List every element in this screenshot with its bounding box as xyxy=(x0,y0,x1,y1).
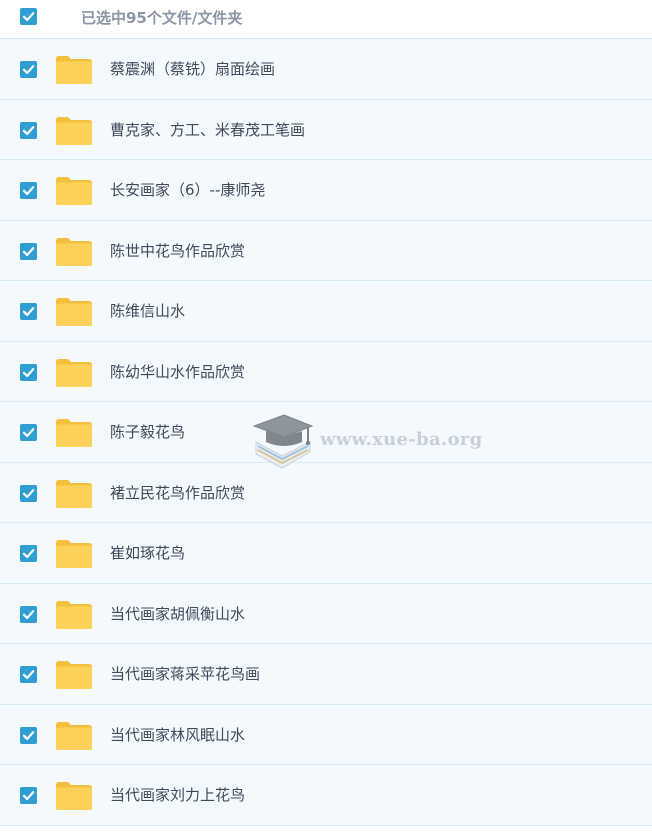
folder-name: 陈世中花鸟作品欣赏 xyxy=(110,241,246,260)
folder-icon xyxy=(55,237,93,267)
checkmark-icon xyxy=(22,670,35,680)
selection-header: 已选中95个文件/文件夹 xyxy=(0,0,652,39)
watermark: www.xue-ba.org xyxy=(252,412,482,470)
folder-icon xyxy=(55,721,93,751)
item-checkbox[interactable] xyxy=(20,363,37,381)
item-checkbox[interactable] xyxy=(20,545,37,562)
checkmark-icon xyxy=(22,186,35,196)
folder-name: 当代画家刘力上花鸟 xyxy=(110,786,246,804)
folder-icon xyxy=(55,539,93,569)
item-checkbox[interactable] xyxy=(20,605,37,623)
list-item[interactable]: 当代画家刘力上花鸟 xyxy=(0,765,652,826)
list-item[interactable]: 当代画家蒋采苹花鸟画 xyxy=(0,644,652,705)
selection-count-text: 已选中95个文件/文件夹 xyxy=(81,9,243,27)
checkmark-icon xyxy=(22,307,35,317)
folder-icon xyxy=(55,55,93,85)
folder-name: 陈维信山水 xyxy=(110,302,186,320)
folder-name: 褚立民花鸟作品欣赏 xyxy=(110,483,246,502)
list-item[interactable]: 曹克家、方工、米春茂工笔画 xyxy=(0,99,652,160)
checkmark-icon xyxy=(22,488,35,498)
folder-name: 当代画家林风眠山水 xyxy=(110,725,246,744)
list-item[interactable]: 崔如琢花鸟 xyxy=(0,523,652,584)
folder-name: 当代画家蒋采苹花鸟画 xyxy=(110,665,261,683)
checkmark-icon xyxy=(22,549,35,559)
checkmark-icon xyxy=(22,367,35,377)
folder-icon xyxy=(55,600,93,630)
item-checkbox[interactable] xyxy=(20,61,37,78)
checkmark-icon xyxy=(22,730,35,740)
folder-icon xyxy=(55,116,93,146)
folder-icon xyxy=(55,660,93,690)
folder-icon xyxy=(55,176,93,206)
list-item[interactable]: 褚立民花鸟作品欣赏 xyxy=(0,462,652,523)
item-checkbox[interactable] xyxy=(20,182,37,199)
folder-name: 当代画家胡佩衡山水 xyxy=(110,604,246,623)
folder-name: 陈子毅花鸟 xyxy=(110,423,186,441)
folder-name: 崔如琢花鸟 xyxy=(110,544,186,562)
item-checkbox[interactable] xyxy=(20,242,37,260)
file-selection-panel: 已选中95个文件/文件夹 蔡震渊（蔡铣）扇面绘画 曹克家、方工、米春茂工笔画 长… xyxy=(0,0,652,832)
checkmark-icon xyxy=(22,125,35,135)
list-item[interactable]: 当代画家胡佩衡山水 xyxy=(0,583,652,644)
folder-icon xyxy=(55,781,93,811)
folder-icon xyxy=(55,358,93,388)
item-checkbox[interactable] xyxy=(20,121,37,139)
list-item[interactable]: 当代画家林风眠山水 xyxy=(0,704,652,765)
item-checkbox[interactable] xyxy=(20,726,37,744)
item-checkbox[interactable] xyxy=(20,787,37,804)
checkmark-icon xyxy=(22,609,35,619)
list-item[interactable]: 长安画家（6）--康师尧 xyxy=(0,160,652,221)
checkmark-icon xyxy=(22,12,35,22)
item-checkbox[interactable] xyxy=(20,424,37,441)
checkmark-icon xyxy=(22,428,35,438)
graduation-cap-books-icon xyxy=(252,414,314,469)
list-item[interactable]: 陈世中花鸟作品欣赏 xyxy=(0,220,652,281)
checkmark-icon xyxy=(22,65,35,75)
item-checkbox[interactable] xyxy=(20,303,37,320)
list-item[interactable]: 陈幼华山水作品欣赏 xyxy=(0,341,652,402)
item-checkbox[interactable] xyxy=(20,484,37,502)
folder-name: 蔡震渊（蔡铣）扇面绘画 xyxy=(110,60,276,78)
list-item[interactable]: 蔡震渊（蔡铣）扇面绘画 xyxy=(0,39,652,100)
select-all-checkbox[interactable] xyxy=(20,8,37,25)
list-item[interactable]: 陈维信山水 xyxy=(0,281,652,342)
checkmark-icon xyxy=(22,791,35,801)
folder-name: 曹克家、方工、米春茂工笔画 xyxy=(110,120,306,139)
folder-icon xyxy=(55,418,93,448)
watermark-text: www.xue-ba.org xyxy=(320,429,483,450)
item-checkbox[interactable] xyxy=(20,666,37,683)
folder-name: 陈幼华山水作品欣赏 xyxy=(110,362,246,381)
folder-icon xyxy=(55,297,93,327)
folder-icon xyxy=(55,479,93,509)
checkmark-icon xyxy=(22,246,35,256)
folder-name: 长安画家（6）--康师尧 xyxy=(110,181,266,199)
